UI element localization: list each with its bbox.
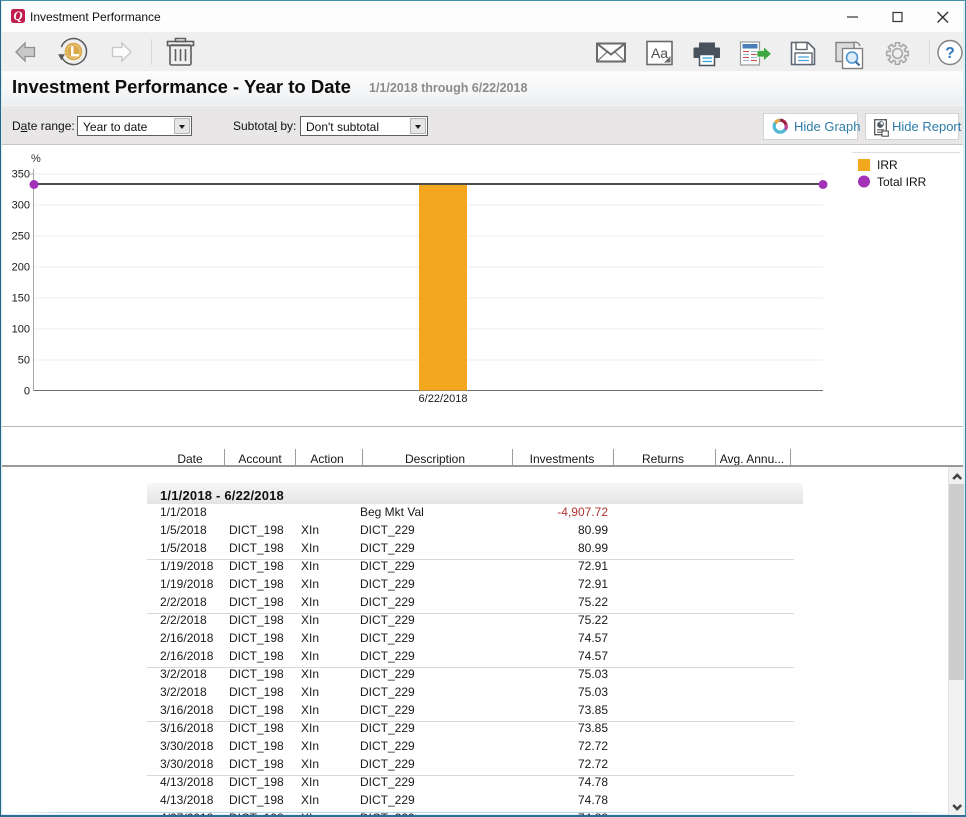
svg-text:100: 100 xyxy=(12,324,30,336)
svg-text:6/22/2018: 6/22/2018 xyxy=(419,393,468,405)
svg-text:IRR: IRR xyxy=(877,158,898,172)
svg-text:%: % xyxy=(31,153,41,165)
svg-text:150: 150 xyxy=(12,293,30,305)
svg-text:200: 200 xyxy=(12,262,30,274)
svg-text:0: 0 xyxy=(24,386,30,398)
svg-text:?: ? xyxy=(945,45,954,62)
svg-text:250: 250 xyxy=(12,231,30,243)
svg-text:50: 50 xyxy=(18,355,30,367)
svg-text:300: 300 xyxy=(12,200,30,212)
svg-text:350: 350 xyxy=(12,169,30,181)
svg-text:Aa: Aa xyxy=(651,45,668,61)
svg-text:Total IRR: Total IRR xyxy=(877,175,927,189)
